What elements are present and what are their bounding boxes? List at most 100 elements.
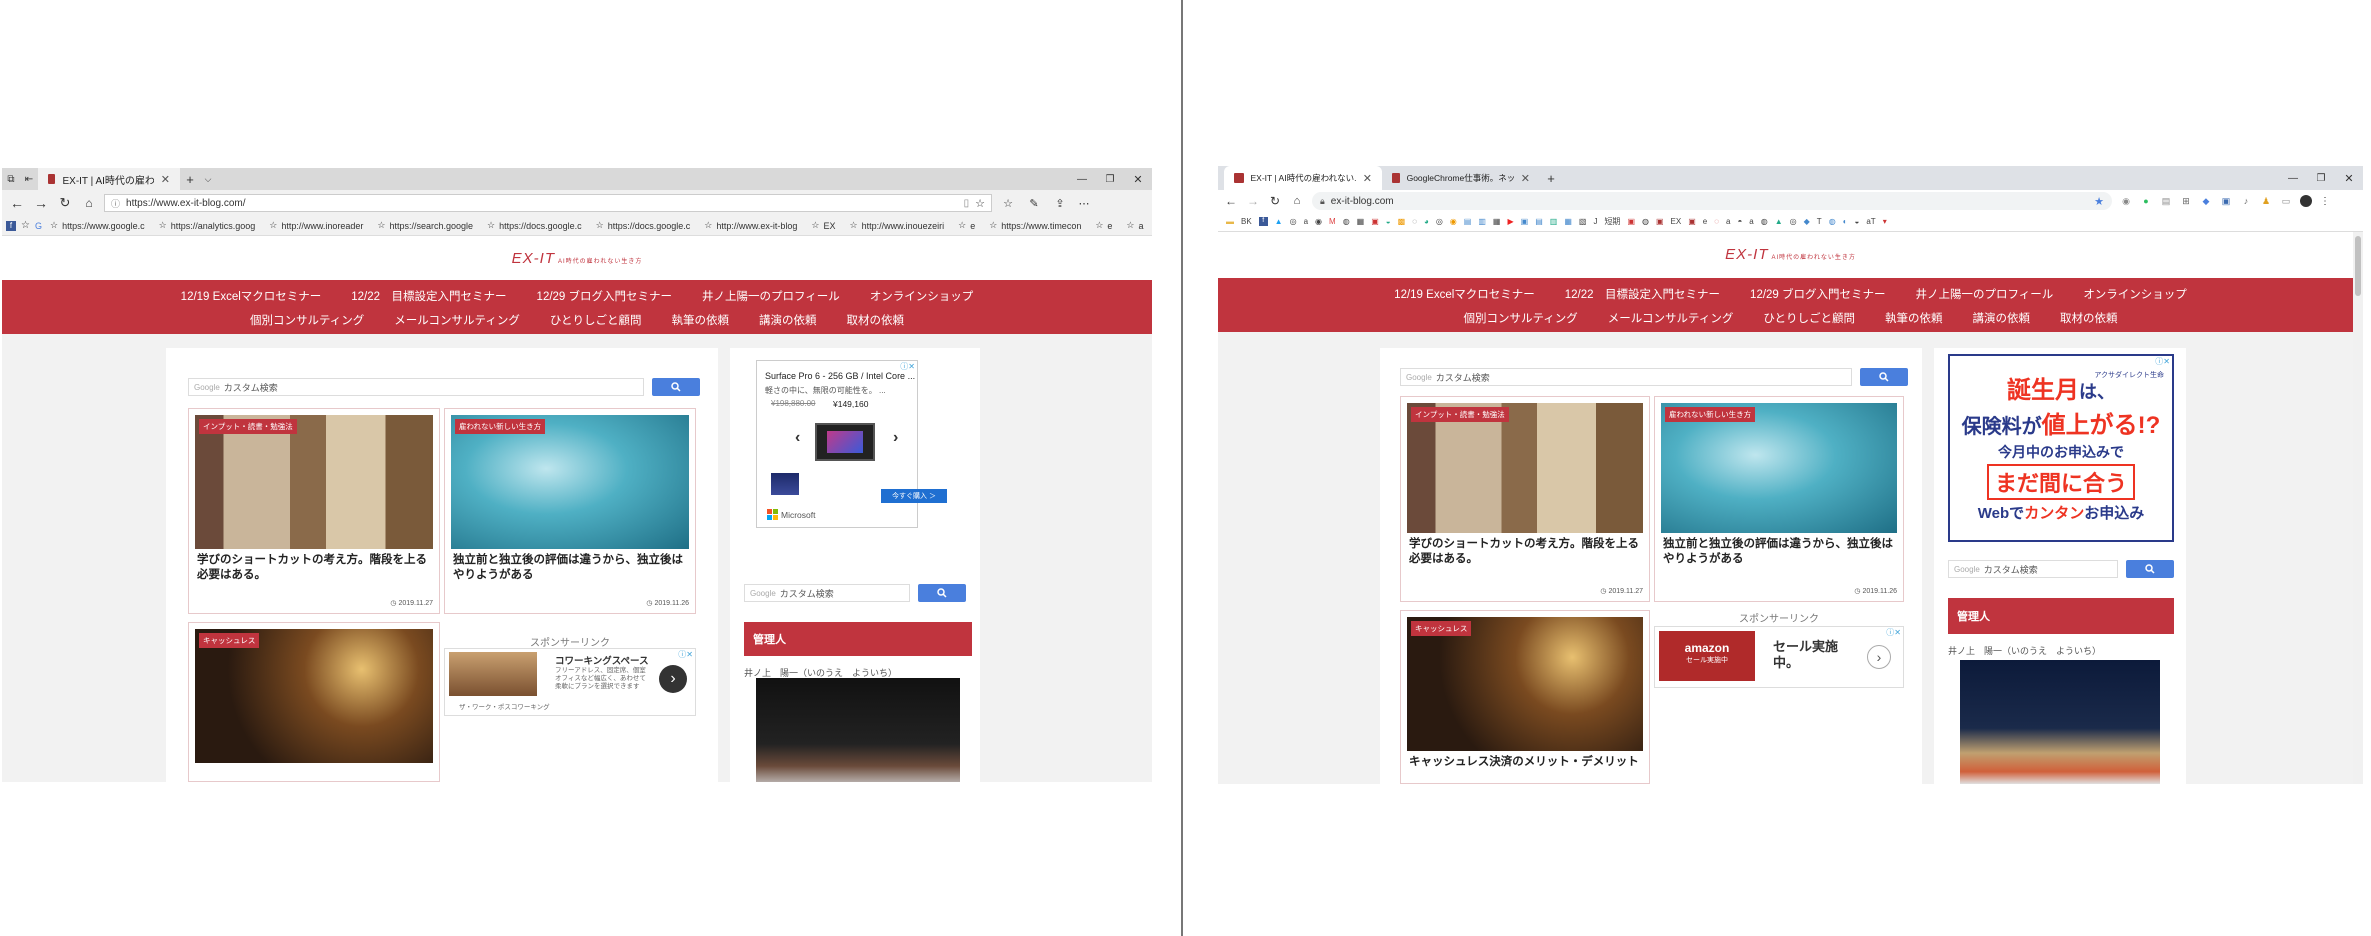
new-tab-icon[interactable]: + [180, 172, 200, 187]
nav-item[interactable]: 取材の依頼 [847, 312, 905, 328]
bookmark-item[interactable]: ☆ http://www.inouezeiri [850, 220, 945, 231]
bookmark-icon[interactable]: ▣ [1627, 217, 1635, 226]
adchoices-icon[interactable]: ⓘ✕ [1886, 627, 1901, 638]
chevron-left-icon[interactable]: ‹ [795, 429, 800, 447]
omnibox[interactable]: 🔒︎ ex-it-blog.com ★ [1312, 192, 2112, 210]
bookmark-icon[interactable]: ▣ [1371, 217, 1379, 226]
bookmark-item[interactable]: J [1593, 217, 1597, 226]
restore-icon[interactable]: ❐ [1096, 174, 1124, 185]
search-button[interactable] [1860, 368, 1908, 386]
nav-item[interactable]: 講演の依頼 [759, 312, 817, 328]
reload-icon[interactable]: ↻ [1268, 194, 1282, 208]
bookmark-icon[interactable]: ◐ [1843, 217, 1848, 226]
nav-item[interactable]: 12/22 目標設定入門セミナー [1565, 286, 1720, 302]
bookmark-item[interactable]: ☆ https://analytics.goog [159, 220, 256, 231]
back-icon[interactable]: ← [8, 195, 26, 211]
extension-icon[interactable]: ◆ [2200, 196, 2212, 207]
folder-icon[interactable]: ▬ [1226, 217, 1234, 226]
reading-view-icon[interactable]: ▯ [964, 198, 970, 209]
bookmark-item[interactable]: 短期 [1604, 216, 1620, 227]
adchoices-icon[interactable]: ⓘ✕ [2155, 356, 2170, 367]
post-title[interactable]: 学びのショートカットの考え方。階段を上る必要はある。 [197, 553, 433, 583]
nav-item[interactable]: 執筆の依頼 [672, 312, 730, 328]
bookmark-item[interactable]: ☆ https://docs.google.c [596, 220, 691, 231]
nav-item[interactable]: 講演の依頼 [1973, 310, 2031, 326]
site-logo[interactable]: EX-IT AI時代の雇われない生き方 [2, 250, 1152, 267]
scrollbar-thumb[interactable] [2355, 236, 2361, 296]
post-title[interactable]: 学びのショートカットの考え方。階段を上る必要はある。 [1409, 537, 1643, 567]
bookmark-icon[interactable]: ◌ [1412, 217, 1417, 226]
bookmark-star-icon[interactable]: ★ [2094, 195, 2104, 208]
search-button[interactable] [652, 378, 700, 396]
bookmark-item[interactable]: aT [1866, 217, 1875, 226]
bookmark-item[interactable]: a [1749, 217, 1753, 226]
reload-icon[interactable]: ↻ [56, 195, 74, 211]
facebook-icon[interactable]: f [1258, 217, 1268, 226]
minimize-icon[interactable]: — [1068, 174, 1096, 185]
bookmark-item[interactable]: ☆ http://www.ex-it-blog [704, 220, 797, 231]
bookmark-icon[interactable]: ◎ [1290, 217, 1297, 226]
bookmark-icon[interactable]: ▧ [1579, 217, 1587, 226]
insurance-ad[interactable]: ⓘ✕ アクサダイレクト生命 誕生月は、 保険料が値上がる!? 今月中のお申込みで… [1948, 354, 2174, 542]
bookmark-icon[interactable]: ▩ [1398, 217, 1406, 226]
window-close-icon[interactable]: ✕ [2335, 172, 2363, 185]
bookmark-icon[interactable]: ◎ [1790, 217, 1797, 226]
window-close-icon[interactable]: ✕ [1124, 173, 1152, 186]
bookmark-icon[interactable]: ◒ [1386, 217, 1391, 226]
bookmark-icon[interactable]: ◉ [1315, 217, 1322, 226]
bookmark-icon[interactable]: ▦ [1493, 217, 1501, 226]
bookmark-icon[interactable]: ◆ [1804, 217, 1810, 226]
nav-item[interactable]: 取材の依頼 [2060, 310, 2118, 326]
share-icon[interactable]: ⇪ [1050, 197, 1070, 210]
nav-item[interactable]: ひとりしごと顧問 [550, 312, 642, 328]
bookmark-item[interactable]: ☆ https://docs.google.c [487, 220, 582, 231]
tab-actions-icon[interactable]: ⧉ [2, 174, 20, 185]
nav-item[interactable]: オンラインショップ [870, 288, 974, 304]
extension-icon[interactable]: ♪ [2240, 196, 2252, 206]
nav-item[interactable]: 12/22 目標設定入門セミナー [351, 288, 506, 304]
new-tab-icon[interactable]: + [1540, 171, 1562, 186]
facebook-icon[interactable]: f [6, 220, 16, 231]
bookmark-icon[interactable]: ◍ [1761, 217, 1768, 226]
chevron-right-icon[interactable]: › [659, 665, 687, 693]
nav-item[interactable]: 12/19 Excelマクロセミナー [1394, 286, 1535, 302]
favorite-star-icon[interactable]: ☆ [975, 197, 985, 210]
star-icon[interactable]: ☆ [21, 220, 30, 231]
category-badge[interactable]: 雇われない新しい生き方 [1665, 407, 1756, 422]
chevron-down-icon[interactable]: ⌵ [200, 174, 216, 185]
nav-item[interactable]: 井ノ上陽一のプロフィール [702, 288, 840, 304]
post-card[interactable]: インプット・読書・勉強法 学びのショートカットの考え方。階段を上る必要はある。 … [1400, 396, 1650, 602]
forward-icon[interactable]: → [1246, 194, 1260, 208]
post-card[interactable]: インプット・読書・勉強法 学びのショートカットの考え方。階段を上る必要はある。 … [188, 408, 440, 614]
rss-icon[interactable]: ◉ [2120, 196, 2132, 207]
chevron-right-icon[interactable]: › [893, 429, 898, 447]
category-badge[interactable]: インプット・読書・勉強法 [1411, 407, 1509, 422]
nav-item[interactable]: 12/19 Excelマクロセミナー [181, 288, 322, 304]
nav-item[interactable]: メールコンサルティング [394, 312, 520, 328]
nav-item[interactable]: オンラインショップ [2083, 286, 2187, 302]
info-icon[interactable]: ⓘ [111, 197, 120, 210]
extension-icon[interactable]: ▭ [2280, 196, 2292, 207]
nav-item[interactable]: 執筆の依頼 [1885, 310, 1943, 326]
chrome-tab-active[interactable]: EX-IT | AI時代の雇われない... ✕ [1224, 166, 1382, 190]
bookmark-item[interactable]: ☆ EX [811, 220, 835, 231]
avatar[interactable] [2300, 195, 2312, 207]
favorites-icon[interactable]: ☆ [998, 197, 1018, 210]
nav-item[interactable]: 12/29 ブログ入門セミナー [1750, 286, 1885, 302]
bookmark-item[interactable]: ☆ http://www.inoreader [269, 220, 363, 231]
close-tab-icon[interactable]: ✕ [1363, 172, 1372, 185]
category-badge[interactable]: キャッシュレス [1411, 621, 1472, 636]
bookmark-icon[interactable]: ▣ [1656, 217, 1664, 226]
site-logo[interactable]: EX-IT AI時代の雇われない生き方 [1218, 246, 2363, 263]
post-card[interactable]: 雇われない新しい生き方 独立前と独立後の評価は違うから、独立後はやりようがある … [444, 408, 696, 614]
post-title[interactable]: キャッシュレス決済のメリット・デメリット [1409, 755, 1643, 770]
search-input[interactable]: Google カスタム検索 [188, 378, 644, 396]
gmail-icon[interactable]: M [1329, 217, 1336, 226]
buy-button[interactable]: 今すぐ購入 ＞ [881, 489, 947, 503]
bookmark-icon[interactable]: ◍ [1829, 217, 1836, 226]
bookmark-item[interactable]: BK [1241, 217, 1252, 226]
forward-icon[interactable]: → [32, 195, 50, 211]
home-icon[interactable]: ⌂ [1290, 195, 1304, 207]
search-input[interactable]: Google カスタム検索 [1948, 560, 2118, 578]
category-badge[interactable]: インプット・読書・勉強法 [199, 419, 297, 434]
